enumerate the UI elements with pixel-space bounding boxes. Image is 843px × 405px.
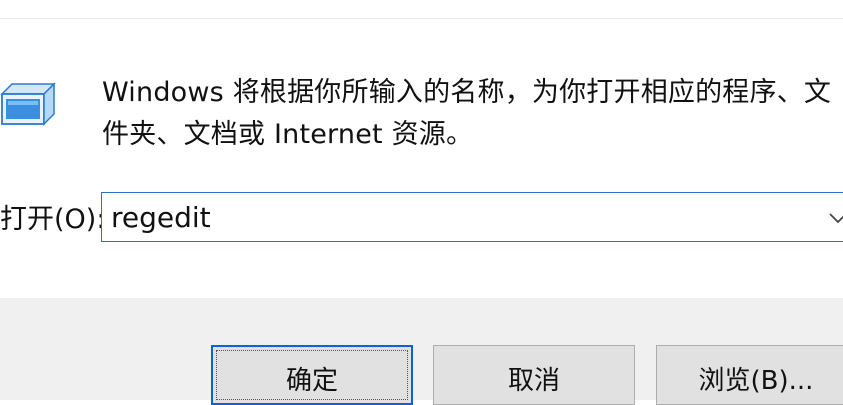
cancel-button-label: 取消 <box>507 365 560 396</box>
run-dialog-icon <box>0 82 56 126</box>
cancel-button[interactable]: 取消 <box>433 345 635 405</box>
browse-button[interactable]: 浏览(B)... <box>656 345 843 405</box>
run-dialog-body: Windows 将根据你所输入的名称，为你打开相应的程序、文件夹、文档或 Int… <box>0 0 843 298</box>
ok-button[interactable]: 确定 <box>211 345 413 405</box>
title-bar-divider <box>0 18 843 19</box>
run-dialog-description: Windows 将根据你所输入的名称，为你打开相应的程序、文件夹、文档或 Int… <box>102 77 832 150</box>
open-combobox[interactable]: regedit <box>101 192 843 242</box>
ok-button-label: 确定 <box>285 365 338 396</box>
chevron-down-icon[interactable] <box>824 201 843 233</box>
browse-button-label: 浏览(B)... <box>698 365 814 396</box>
open-input-value[interactable]: regedit <box>111 196 211 240</box>
open-field-label: 打开(O): <box>0 204 106 235</box>
